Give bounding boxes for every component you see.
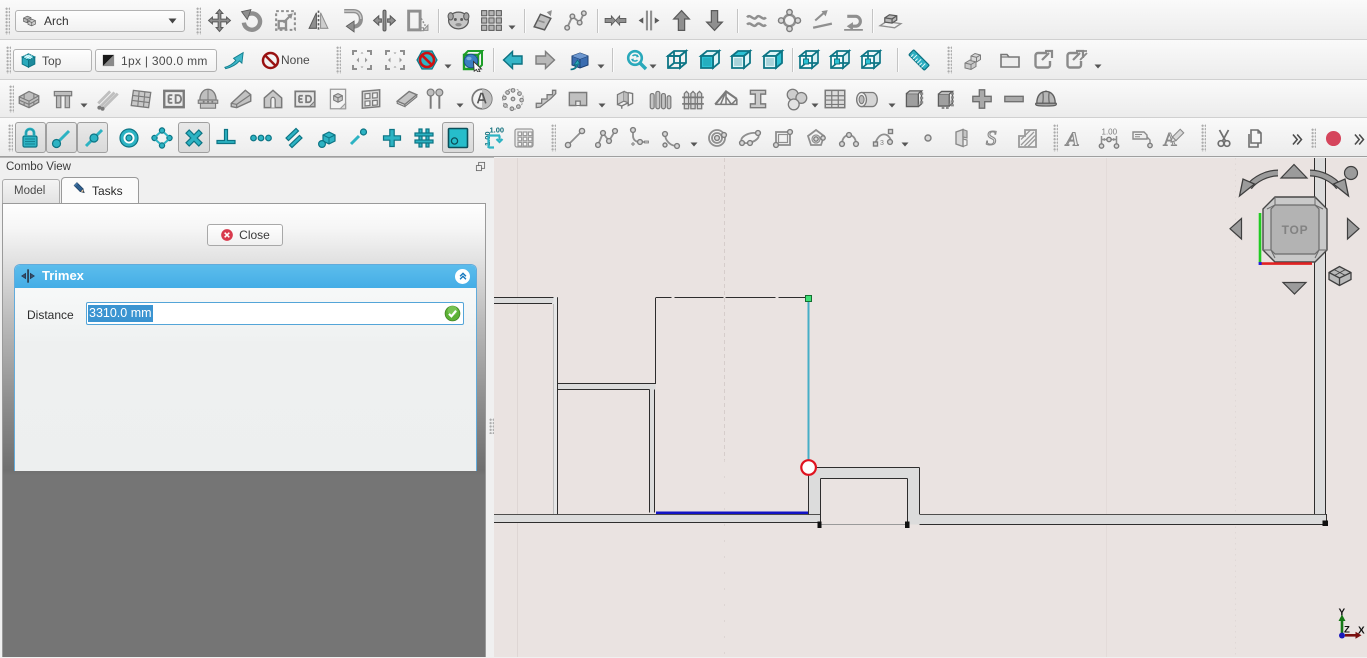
- svg-text:X: X: [1358, 626, 1365, 637]
- svg-text:TOP: TOP: [1282, 223, 1309, 237]
- svg-text:Z: Z: [1344, 625, 1350, 636]
